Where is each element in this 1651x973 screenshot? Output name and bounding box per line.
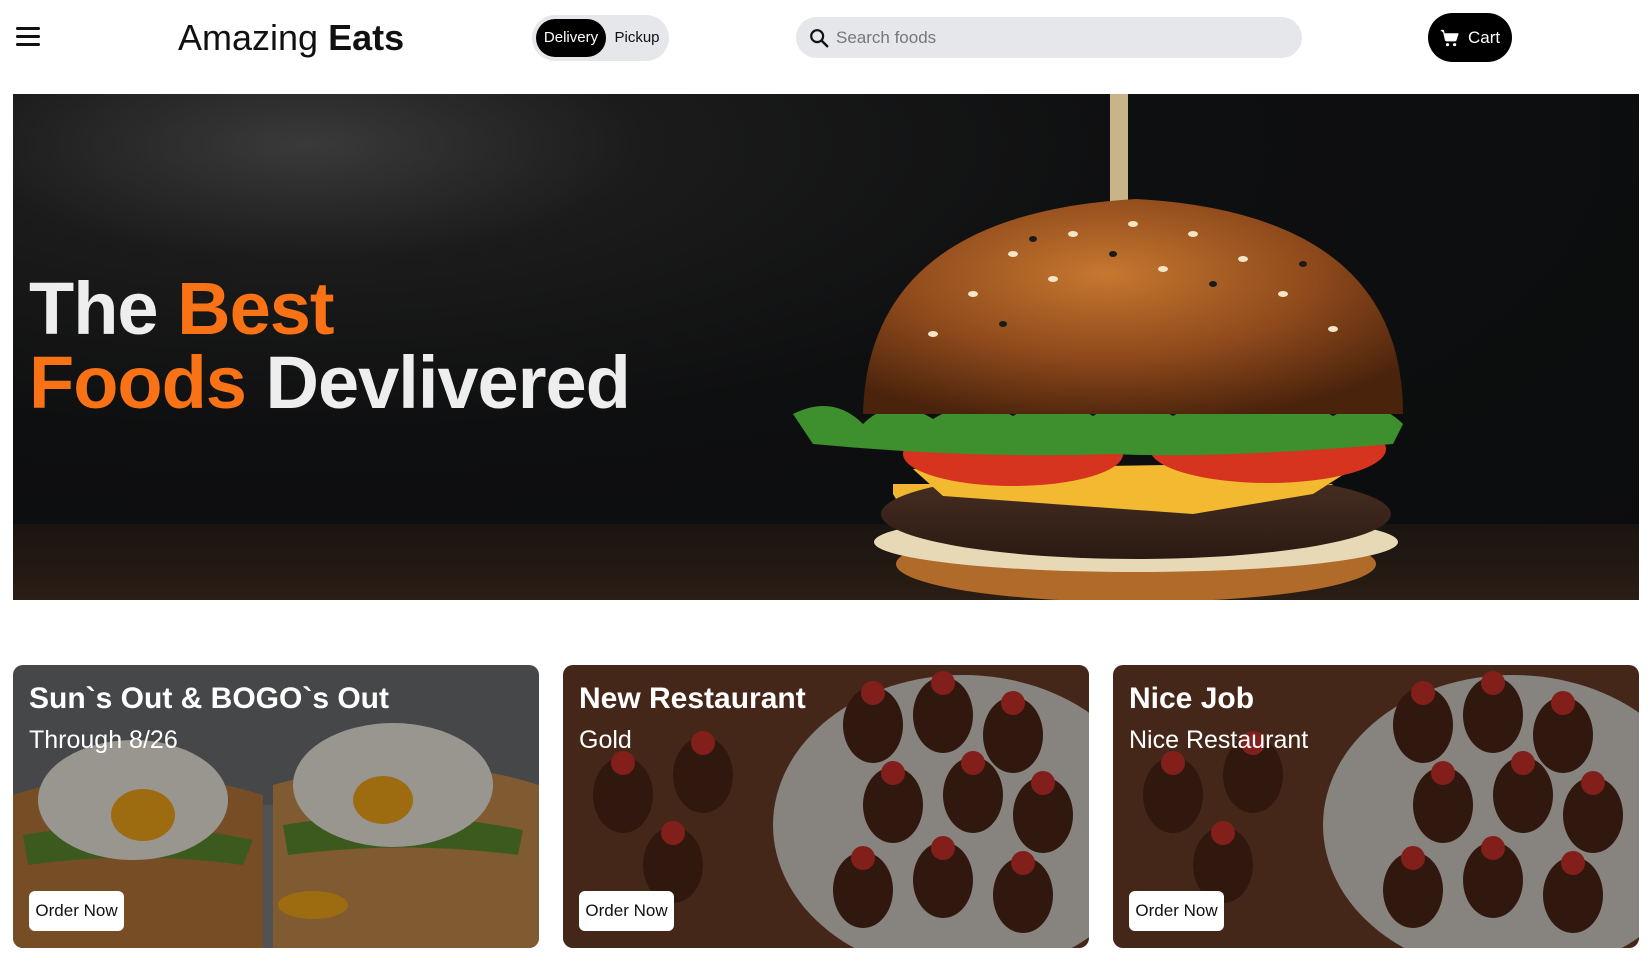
hamburger-menu-icon[interactable] [14,24,42,50]
pickup-option[interactable]: Pickup [608,19,666,57]
promo-card: Nice Job Nice Restaurant Order Now [1113,665,1639,948]
top-nav: Amazing Eats Delivery Pickup Cart [0,0,1651,80]
card-title: Nice Job [1129,682,1255,715]
cart-label: Cart [1468,28,1501,47]
search-input[interactable] [836,17,1286,58]
hero-word-delivered: Devlivered [265,341,631,424]
card-subtitle: Through 8/26 [29,726,178,754]
hero-word-foods: Foods [29,341,247,424]
hero-line-1: The Best [29,272,630,346]
logo-text-regular: Amazing [178,17,319,58]
hero-headline: The Best Foods Devlivered [29,272,631,420]
hero-banner: The Best Foods Devlivered [13,94,1639,600]
order-now-button[interactable]: Order Now [579,891,674,931]
site-logo[interactable]: Amazing Eats [178,16,404,60]
hero-word-best: Best [177,267,334,350]
promo-card: Sun`s Out & BOGO`s Out Through 8/26 Orde… [13,665,539,948]
card-subtitle: Gold [579,726,632,754]
cart-icon [1440,29,1459,47]
order-now-button[interactable]: Order Now [29,891,124,931]
search-bar [796,17,1302,58]
promo-card: New Restaurant Gold Order Now [563,665,1089,948]
card-title: Sun`s Out & BOGO`s Out [29,682,389,715]
card-subtitle: Nice Restaurant [1129,726,1309,754]
cart-button[interactable]: Cart [1428,13,1512,62]
delivery-pickup-toggle: Delivery Pickup [532,15,669,61]
hero-line-2: Foods Devlivered [29,346,631,420]
order-now-button[interactable]: Order Now [1129,891,1224,931]
search-icon [810,29,829,48]
logo-text-bold: Eats [328,17,405,58]
hero-word-the: The [29,267,159,350]
card-title: New Restaurant [579,682,806,715]
delivery-option[interactable]: Delivery [536,19,606,57]
